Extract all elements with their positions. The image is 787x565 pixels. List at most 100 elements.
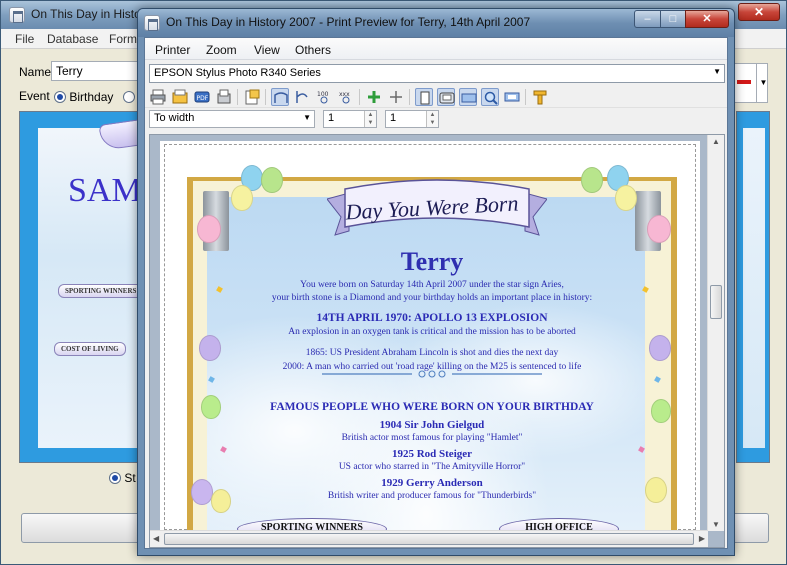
background-right-sky bbox=[743, 128, 765, 448]
stepper-arrows-icon[interactable]: ▲ ▼ bbox=[364, 111, 376, 127]
zoom-out-icon[interactable] bbox=[387, 88, 405, 106]
background-right-preview bbox=[736, 111, 770, 463]
menu-view[interactable]: View bbox=[254, 43, 280, 57]
background-heading: SAM bbox=[68, 172, 142, 209]
fit-icon[interactable] bbox=[503, 88, 521, 106]
scroll-left-icon[interactable]: ◀ bbox=[153, 534, 159, 543]
zoom-in-icon[interactable] bbox=[365, 88, 383, 106]
menu-file[interactable]: File bbox=[15, 32, 34, 46]
main-window-title: On This Day in History bbox=[31, 7, 151, 21]
zoom-mode-value: To width bbox=[154, 112, 195, 124]
single-page-icon[interactable] bbox=[415, 88, 433, 106]
famous-person-2-name: 1925 Rod Steiger bbox=[391, 448, 473, 460]
intro-line-1: You were born on Saturday 14th April 200… bbox=[300, 280, 564, 290]
history-fact-1: 1865: US President Abraham Lincoln is sh… bbox=[305, 348, 559, 358]
export-icon[interactable] bbox=[243, 88, 261, 106]
radio-icon bbox=[123, 91, 135, 103]
menu-others[interactable]: Others bbox=[295, 43, 331, 57]
toolbar-separator bbox=[525, 89, 526, 105]
event-description: An explosion in an oxygen tank is critic… bbox=[288, 327, 576, 337]
zoom-bar: To width ▼ 1 ▲ ▼ 1 ▲ ▼ bbox=[145, 109, 727, 131]
scroll-up-icon[interactable]: ▲ bbox=[712, 137, 720, 146]
preview-toolbar: PDF 100 xxx bbox=[145, 86, 727, 108]
balloon-icon bbox=[615, 185, 637, 211]
menu-database[interactable]: Database bbox=[47, 32, 98, 46]
stepper-arrows-icon[interactable]: ▲ ▼ bbox=[426, 111, 438, 127]
two-page-icon[interactable] bbox=[437, 88, 455, 106]
famous-person-1-name: 1904 Sir John Gielgud bbox=[379, 419, 485, 431]
balloon-icon bbox=[647, 215, 671, 243]
print-icon[interactable] bbox=[149, 88, 167, 106]
toolbar-separator bbox=[237, 89, 238, 105]
close-button[interactable]: ✕ bbox=[685, 10, 729, 28]
print-setup-icon[interactable] bbox=[171, 88, 189, 106]
page-width-icon[interactable] bbox=[271, 88, 289, 106]
printer-select-value: EPSON Stylus Photo R340 Series bbox=[154, 67, 321, 79]
menu-form[interactable]: Form bbox=[109, 32, 137, 46]
maximize-button[interactable]: □ bbox=[660, 10, 686, 28]
famous-person-2-desc: US actor who starred in "The Amityville … bbox=[338, 462, 526, 472]
app-icon bbox=[144, 15, 160, 31]
vertical-scrollbar[interactable]: ▲ ▼ bbox=[707, 135, 724, 531]
event-birthday-radio[interactable]: Birthday bbox=[54, 90, 113, 104]
radio-selected-icon bbox=[109, 472, 121, 484]
famous-person-3-name: 1929 Gerry Anderson bbox=[381, 477, 483, 489]
bottom-radio-label: St bbox=[124, 471, 136, 485]
horizontal-scroll-thumb[interactable] bbox=[164, 533, 694, 545]
famous-person-3-desc: British writer and producer famous for "… bbox=[327, 491, 537, 501]
certificate-name: Terry bbox=[400, 247, 464, 276]
print-preview-window: On This Day in History 2007 - Print Prev… bbox=[137, 8, 735, 556]
balloon-icon bbox=[581, 167, 603, 193]
balloon-icon bbox=[261, 167, 283, 193]
scroll-right-icon[interactable]: ▶ bbox=[699, 534, 705, 543]
balloon-icon bbox=[197, 215, 221, 243]
preview-window-title: On This Day in History 2007 - Print Prev… bbox=[166, 15, 531, 29]
background-certificate-preview: SAM SPORTING WINNERS COST OF LIVING bbox=[19, 111, 151, 463]
menu-zoom[interactable]: Zoom bbox=[206, 43, 237, 57]
menu-printer[interactable]: Printer bbox=[155, 43, 190, 57]
intro-line-2: your birth stone is a Diamond and your b… bbox=[271, 293, 593, 303]
name-field[interactable]: Terry bbox=[51, 61, 151, 81]
chevron-down-icon[interactable]: ▼ bbox=[756, 63, 770, 103]
toolbar-separator bbox=[359, 89, 360, 105]
printer-select[interactable]: EPSON Stylus Photo R340 Series ▼ bbox=[149, 64, 725, 83]
main-close-button[interactable]: ✕ bbox=[738, 3, 780, 21]
horizontal-scrollbar[interactable]: ◀ ▶ bbox=[150, 530, 708, 547]
settings-icon[interactable] bbox=[531, 88, 549, 106]
event-title: 14TH APRIL 1970: APOLLO 13 EXPLOSION bbox=[316, 312, 548, 324]
zoom-custom-icon[interactable]: xxx bbox=[337, 88, 355, 106]
page-from-value: 1 bbox=[328, 112, 335, 124]
fax-icon[interactable] bbox=[215, 88, 233, 106]
chevron-down-icon: ▼ bbox=[303, 113, 311, 122]
event-other-radio[interactable] bbox=[123, 90, 135, 104]
preview-menubar: Printer Zoom View Others bbox=[145, 38, 727, 60]
page-from-stepper[interactable]: 1 ▲ ▼ bbox=[323, 110, 377, 128]
page-to-stepper[interactable]: 1 ▲ ▼ bbox=[385, 110, 439, 128]
zoom-mode-select[interactable]: To width ▼ bbox=[149, 110, 315, 128]
toolbar-separator bbox=[265, 89, 266, 105]
toolbar-separator bbox=[409, 89, 410, 105]
event-birthday-label: Birthday bbox=[69, 90, 114, 104]
app-icon bbox=[9, 7, 25, 23]
preview-page: Day You Were Born Terry You were born on… bbox=[160, 141, 700, 540]
scroll-down-icon[interactable]: ▼ bbox=[712, 520, 720, 529]
certificate: Day You Were Born Terry You were born on… bbox=[187, 165, 677, 540]
ornamental-divider bbox=[322, 370, 542, 378]
minimize-button[interactable]: – bbox=[634, 10, 661, 28]
bottom-radio[interactable]: St bbox=[109, 471, 136, 485]
balloon-icon bbox=[231, 185, 253, 211]
name-label: Name bbox=[19, 65, 52, 79]
preview-canvas[interactable]: Day You Were Born Terry You were born on… bbox=[149, 134, 725, 548]
famous-person-1-desc: British actor most famous for playing "H… bbox=[341, 433, 523, 443]
page-height-icon[interactable] bbox=[293, 88, 311, 106]
zoom-100-icon[interactable]: 100 bbox=[315, 88, 333, 106]
chevron-down-icon: ▼ bbox=[713, 67, 721, 76]
pdf-icon[interactable]: PDF bbox=[193, 88, 211, 106]
preview-body: Printer Zoom View Others EPSON Stylus Ph… bbox=[144, 37, 728, 549]
preview-titlebar: On This Day in History 2007 - Print Prev… bbox=[138, 9, 734, 37]
magnify-icon[interactable] bbox=[481, 88, 499, 106]
multi-page-icon[interactable] bbox=[459, 88, 477, 106]
vertical-scroll-thumb[interactable] bbox=[710, 285, 722, 319]
radio-selected-icon bbox=[54, 91, 66, 103]
svg-text:PDF: PDF bbox=[197, 95, 209, 102]
